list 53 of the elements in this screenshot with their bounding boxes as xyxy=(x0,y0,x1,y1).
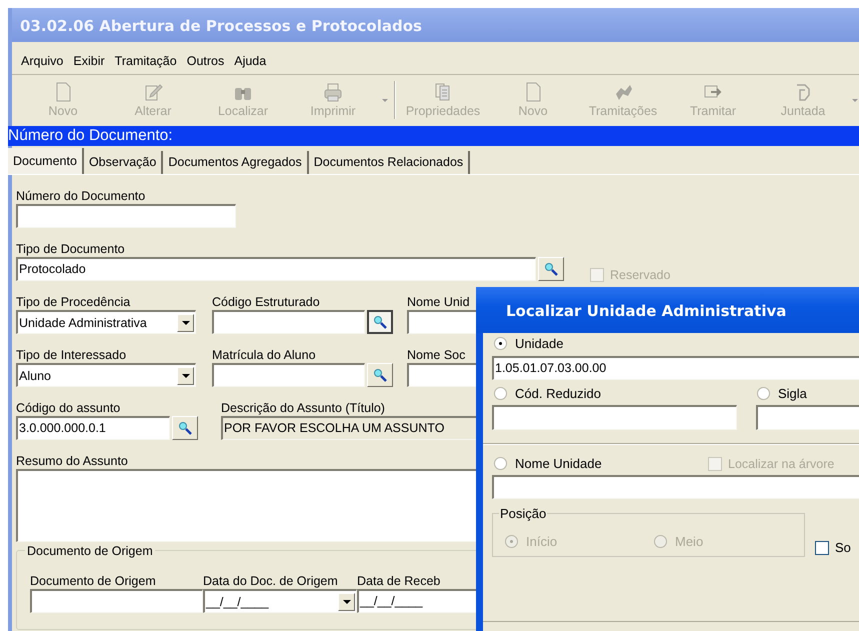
printer-icon xyxy=(323,82,343,102)
menu-item[interactable]: Ajuda xyxy=(229,52,272,70)
dropdown-arrow-button[interactable] xyxy=(177,314,194,332)
menu-item[interactable]: Tramitação xyxy=(110,52,182,70)
group-box-title: Posição xyxy=(499,506,548,522)
input-field[interactable] xyxy=(212,363,365,387)
radio-button[interactable]: Nome Unidade xyxy=(494,455,708,472)
input-field[interactable]: 3.0.000.000.0.1 xyxy=(16,416,170,440)
dropdown-field[interactable]: Aluno xyxy=(16,363,196,387)
input-field[interactable]: 1.05.01.07.03.00.00 xyxy=(492,356,859,380)
field-label: Data de Receb xyxy=(357,573,440,589)
search-button[interactable] xyxy=(367,310,393,334)
menu-item[interactable]: Outros xyxy=(182,52,230,70)
dropdown-arrow-button[interactable] xyxy=(177,366,194,384)
dialog-title: Localizar Unidade Administrativa xyxy=(476,287,859,333)
radio-button[interactable]: Sigla xyxy=(757,385,807,402)
field-label: Tipo de Interessado xyxy=(16,347,126,363)
field-label: Matrícula do Aluno xyxy=(212,347,316,363)
tab[interactable]: Documento xyxy=(8,148,84,174)
radio-button[interactable]: Cód. Reduzido xyxy=(494,385,757,402)
input-field[interactable] xyxy=(492,405,738,430)
menu-item[interactable]: Exibir xyxy=(68,52,110,70)
field-label: Descrição do Assunto (Título) xyxy=(221,400,385,416)
field-label: Tipo de Documento xyxy=(16,241,125,257)
input-field[interactable] xyxy=(16,204,236,228)
header-band: Número do Documento: xyxy=(8,126,859,146)
field-label: Tipo de Procedência xyxy=(16,294,130,310)
search-icon xyxy=(544,262,558,276)
edit-document-icon xyxy=(143,82,163,102)
field-label: Resumo do Assunto xyxy=(16,453,128,469)
checkbox[interactable]: So xyxy=(815,540,851,555)
group-box-title: Documento de Origem xyxy=(25,543,155,559)
dropdown-arrow-button[interactable] xyxy=(338,592,355,610)
search-icon xyxy=(373,315,387,329)
search-icon xyxy=(373,368,387,382)
field-label: Data do Doc. de Origem xyxy=(203,573,338,589)
input-field[interactable] xyxy=(756,405,859,430)
field-label: Documento de Origem xyxy=(30,573,156,589)
window-title: 03.02.06 Abertura de Processos e Protocolados xyxy=(12,8,859,42)
radio-button[interactable]: Unidade xyxy=(494,335,564,352)
dropdown-field[interactable]: Unidade Administrativa xyxy=(16,310,196,334)
dropdown-field[interactable]: __/__/____ xyxy=(203,589,357,613)
search-icon xyxy=(178,421,192,435)
field-label: Código do assunto xyxy=(16,400,120,416)
menu-item[interactable]: Arquivo xyxy=(16,52,68,70)
field-label: Nome Unid xyxy=(407,294,470,310)
field-label: Nome Soc xyxy=(407,347,466,363)
field-label: Número do Documento xyxy=(16,188,146,204)
input-field[interactable] xyxy=(212,310,365,334)
input-field[interactable] xyxy=(30,589,203,613)
input-field[interactable] xyxy=(492,475,859,499)
input-field[interactable]: Protocolado xyxy=(16,257,536,281)
field-label: Código Estruturado xyxy=(212,294,320,310)
